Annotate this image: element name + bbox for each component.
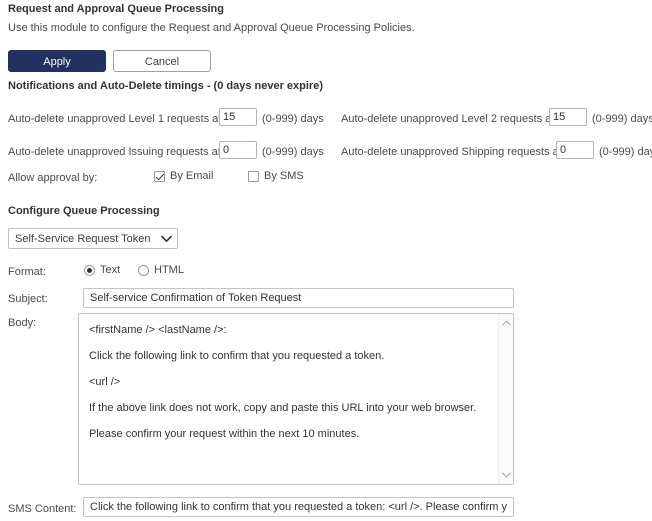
page-title: Request and Approval Queue Processing bbox=[8, 3, 224, 15]
allow-approval-label: Allow approval by: bbox=[8, 172, 98, 184]
body-textarea[interactable]: <firstName /> <lastName />: Click the fo… bbox=[78, 313, 514, 485]
radio-empty-icon bbox=[138, 264, 149, 276]
notifications-section-title: Notifications and Auto-Delete timings - … bbox=[8, 80, 323, 92]
checkbox-check-icon bbox=[154, 170, 165, 182]
radio-selected-icon bbox=[84, 264, 95, 276]
level2-days-input[interactable] bbox=[549, 108, 587, 126]
body-scrollbar[interactable] bbox=[498, 314, 513, 484]
approval-by-email-label: By Email bbox=[170, 170, 214, 182]
body-textarea-content[interactable]: <firstName /> <lastName />: Click the fo… bbox=[79, 314, 499, 484]
page-description: Use this module to configure the Request… bbox=[8, 22, 415, 34]
level1-days-suffix: (0-999) days bbox=[262, 113, 324, 125]
level1-label: Auto-delete unapproved Level 1 requests … bbox=[8, 113, 238, 125]
body-line: If the above link does not work, copy an… bbox=[89, 402, 477, 414]
level2-days-suffix: (0-999) days bbox=[592, 113, 652, 125]
chevron-down-icon[interactable] bbox=[499, 468, 513, 482]
approval-by-sms-label: By SMS bbox=[264, 170, 304, 182]
level2-label: Auto-delete unapproved Level 2 requests … bbox=[341, 113, 571, 125]
apply-button[interactable]: Apply bbox=[8, 50, 106, 72]
body-line: <firstName /> <lastName />: bbox=[89, 324, 227, 336]
sms-content-label: SMS Content: bbox=[8, 503, 77, 515]
subject-input[interactable] bbox=[83, 288, 514, 308]
settings-page: Request and Approval Queue Processing Us… bbox=[0, 0, 652, 521]
template-select-value: Self-Service Request Token bbox=[15, 232, 151, 245]
issuing-days-input[interactable] bbox=[219, 141, 257, 159]
shipping-label: Auto-delete unapproved Shipping requests… bbox=[341, 146, 578, 158]
format-text-radio[interactable]: Text bbox=[84, 264, 120, 276]
body-line: Please confirm your request within the n… bbox=[89, 428, 360, 440]
chevron-up-icon[interactable] bbox=[499, 316, 513, 330]
body-line: Click the following link to confirm that… bbox=[89, 350, 385, 362]
shipping-days-suffix: (0-999) days bbox=[599, 146, 652, 158]
approval-by-email-checkbox[interactable]: By Email bbox=[154, 170, 213, 182]
level1-days-input[interactable] bbox=[219, 108, 257, 126]
issuing-label: Auto-delete unapproved Issuing requests … bbox=[8, 146, 237, 158]
cancel-button[interactable]: Cancel bbox=[113, 50, 211, 72]
shipping-days-input[interactable] bbox=[556, 141, 594, 159]
sms-content-input[interactable] bbox=[83, 497, 514, 517]
body-line: <url /> bbox=[89, 376, 121, 388]
issuing-days-suffix: (0-999) days bbox=[262, 146, 324, 158]
subject-label: Subject: bbox=[8, 293, 48, 305]
format-label: Format: bbox=[8, 266, 46, 278]
body-label: Body: bbox=[8, 317, 37, 329]
checkbox-empty-icon bbox=[248, 170, 259, 182]
format-text-label: Text bbox=[100, 264, 121, 276]
chevron-down-icon bbox=[155, 235, 177, 243]
template-select[interactable]: Self-Service Request Token bbox=[8, 228, 178, 249]
format-html-label: HTML bbox=[154, 264, 184, 276]
approval-by-sms-checkbox[interactable]: By SMS bbox=[248, 170, 304, 182]
queue-section-title: Configure Queue Processing bbox=[8, 205, 160, 217]
format-html-radio[interactable]: HTML bbox=[138, 264, 184, 276]
